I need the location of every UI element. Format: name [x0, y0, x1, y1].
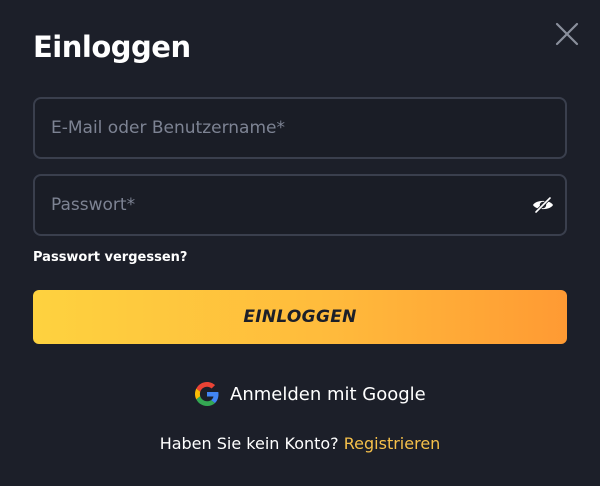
google-icon [195, 382, 219, 406]
eye-slash-icon[interactable] [531, 193, 555, 217]
signup-prompt-text: Haben Sie kein Konto? [159, 434, 339, 453]
email-input[interactable] [51, 99, 521, 157]
google-login-button[interactable]: Anmelden mit Google [195, 380, 426, 408]
signup-prompt: Haben Sie kein Konto? Registrieren [0, 434, 600, 453]
login-button-label: EINLOGGEN [243, 307, 357, 327]
forgot-password-link[interactable]: Passwort vergessen? [33, 250, 187, 265]
login-modal: Einloggen Passwort vergessen? EINLOGGEN … [0, 0, 600, 486]
google-login-label: Anmelden mit Google [230, 383, 426, 405]
login-button[interactable]: EINLOGGEN [33, 290, 567, 344]
email-field [33, 97, 567, 159]
modal-title: Einloggen [33, 30, 191, 64]
password-input[interactable] [51, 176, 521, 234]
register-link[interactable]: Registrieren [344, 434, 441, 453]
password-field [33, 174, 567, 236]
close-icon[interactable] [553, 20, 581, 48]
